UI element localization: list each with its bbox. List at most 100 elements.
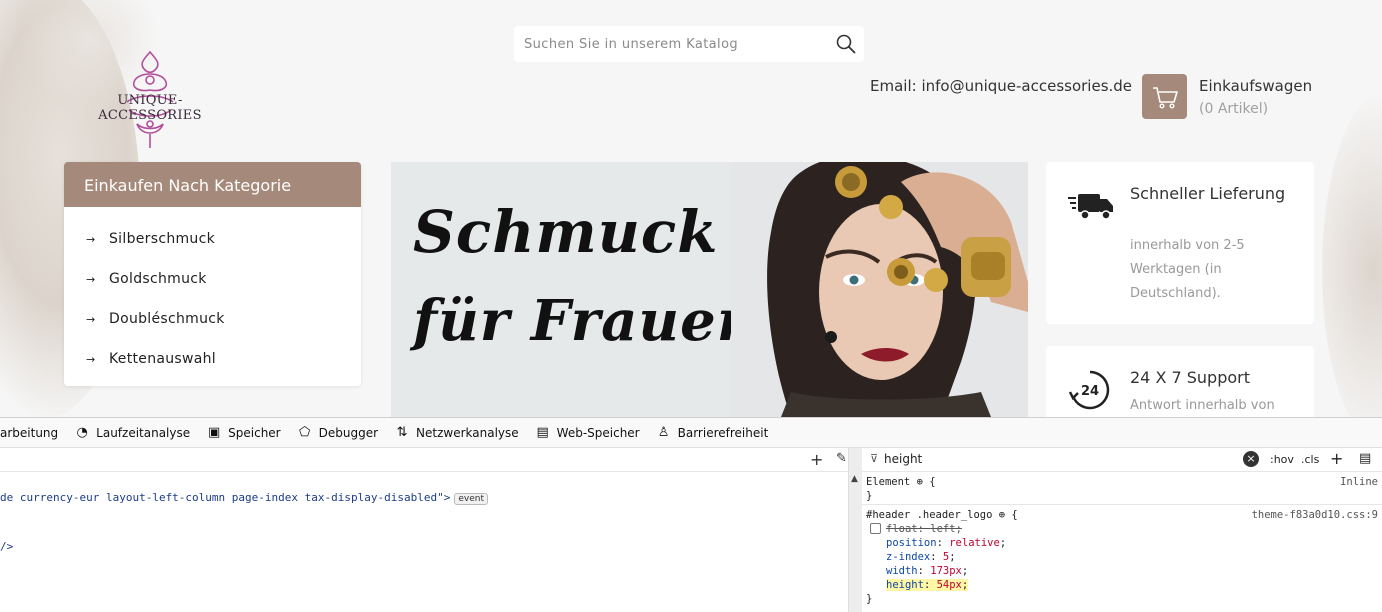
tab-label: Laufzeitanalyse bbox=[96, 425, 191, 440]
node-target-icon[interactable]: ⊕ bbox=[917, 476, 930, 488]
declaration-width[interactable]: width: 173px; bbox=[886, 565, 968, 577]
svg-text:24: 24 bbox=[1081, 384, 1099, 399]
contact-email[interactable]: Email: info@unique-accessories.de bbox=[870, 77, 1132, 95]
tab-debugger[interactable]: ⬠ Debugger bbox=[289, 425, 386, 440]
rule-close-brace: } bbox=[866, 593, 873, 605]
accessibility-icon: ♙ bbox=[657, 425, 670, 440]
cart-icon bbox=[1153, 87, 1178, 109]
gauge-icon: ◔ bbox=[76, 425, 88, 440]
arrow-right-icon: → bbox=[86, 352, 96, 366]
declaration-float[interactable]: float: left; bbox=[886, 523, 962, 535]
markup-view: + ✎ bbox=[0, 448, 848, 612]
print-stylesheet-icon[interactable]: ▤ bbox=[1359, 451, 1371, 466]
search-bar bbox=[514, 26, 864, 62]
declaration-checkbox[interactable] bbox=[870, 523, 881, 534]
tab-barrierefreiheit[interactable]: ♙ Barrierefreiheit bbox=[648, 425, 777, 440]
category-label: Silberschmuck bbox=[109, 231, 216, 247]
tab-label: Netzwerkanalyse bbox=[416, 425, 519, 440]
declaration-prop: position bbox=[886, 537, 937, 549]
rule-source-link[interactable]: theme-f83a0d10.css:9 bbox=[1252, 509, 1378, 521]
event-badge[interactable]: event bbox=[454, 493, 488, 505]
cart-title[interactable]: Einkaufswagen bbox=[1199, 77, 1312, 95]
clear-filter-icon[interactable]: × bbox=[1243, 451, 1259, 467]
category-item-doubleschmuck[interactable]: → Doubléschmuck bbox=[64, 299, 361, 339]
rule-close-brace: } bbox=[866, 490, 873, 502]
tab-label: Barrierefreiheit bbox=[677, 425, 769, 440]
category-item-kettenauswahl[interactable]: → Kettenauswahl bbox=[64, 339, 361, 379]
rules-panel: ⊽ height × :hov .cls + ▤ Element ⊕ { Inl… bbox=[862, 448, 1382, 612]
add-rule-icon[interactable]: + bbox=[1330, 449, 1343, 468]
markup-text: /> bbox=[0, 540, 14, 553]
search-input[interactable] bbox=[524, 26, 824, 62]
tab-label: arbeitung bbox=[0, 425, 59, 440]
eyedropper-icon[interactable]: ✎ bbox=[836, 451, 847, 466]
tab-web-speicher[interactable]: ▤ Web-Speicher bbox=[527, 425, 648, 440]
search-icon[interactable] bbox=[836, 34, 856, 54]
tab-label: Web-Speicher bbox=[556, 425, 640, 440]
markup-line-body[interactable]: de currency-eur layout-left-column page-… bbox=[0, 491, 488, 505]
tab-netzwerkanalyse[interactable]: ⇅ Netzwerkanalyse bbox=[386, 425, 527, 440]
website-viewport: UNIQUE-ACCESSORIES Email: info@unique-ac… bbox=[0, 0, 1382, 417]
site-logo[interactable]: UNIQUE-ACCESSORIES bbox=[70, 50, 230, 150]
delivery-truck-icon bbox=[1068, 194, 1113, 220]
feature-card-support: 24 24 X 7 Support Antwort innerhalb von bbox=[1046, 346, 1314, 417]
hover-state-toggle[interactable]: :hov bbox=[1270, 453, 1294, 466]
banner-headline-line2: für Frauen bbox=[413, 288, 759, 354]
declaration-value: 173px bbox=[930, 565, 962, 577]
devtools-panel: arbeitung ◔ Laufzeitanalyse ▣ Speicher ⬠… bbox=[0, 417, 1382, 612]
element-rule-header: Element ⊕ { bbox=[866, 476, 936, 488]
declaration-value: left bbox=[930, 523, 956, 535]
class-toggle[interactable]: .cls bbox=[1301, 453, 1319, 466]
declaration-position[interactable]: position: relative; bbox=[886, 537, 1006, 549]
storage-icon: ▤ bbox=[536, 425, 549, 440]
filter-styles-input[interactable]: height bbox=[884, 452, 922, 466]
feature-card-fast-delivery: Schneller Lieferung innerhalb von 2-5 We… bbox=[1046, 162, 1314, 324]
declaration-prop: float bbox=[886, 523, 918, 535]
scroll-up-icon[interactable]: ▲ bbox=[851, 474, 858, 484]
declaration-value: relative bbox=[949, 537, 1000, 549]
declaration-z-index[interactable]: z-index: 5; bbox=[886, 551, 956, 563]
cart-button[interactable] bbox=[1142, 74, 1187, 119]
markup-text: de currency-eur layout-left-column page-… bbox=[0, 491, 451, 504]
category-item-silberschmuck[interactable]: → Silberschmuck bbox=[64, 219, 361, 259]
markup-scrollbar[interactable]: ▲ bbox=[848, 448, 862, 612]
arrow-right-icon: → bbox=[86, 272, 96, 286]
tab-speicher[interactable]: ▣ Speicher bbox=[198, 425, 288, 440]
category-label: Doubléschmuck bbox=[109, 311, 225, 327]
element-rule-label: Element bbox=[866, 476, 911, 488]
filter-icon: ⊽ bbox=[870, 452, 879, 465]
declaration-height[interactable]: height: 54px; bbox=[886, 579, 969, 591]
tab-label: Speicher bbox=[228, 425, 281, 440]
category-label: Kettenauswahl bbox=[109, 351, 216, 367]
arrow-right-icon: → bbox=[86, 312, 96, 326]
feature-title: 24 X 7 Support bbox=[1130, 368, 1251, 387]
logo-text: UNIQUE-ACCESSORIES bbox=[98, 93, 202, 123]
debugger-icon: ⬠ bbox=[298, 425, 311, 440]
category-item-goldschmuck[interactable]: → Goldschmuck bbox=[64, 259, 361, 299]
add-node-icon[interactable]: + bbox=[810, 450, 823, 469]
category-menu-title: Einkaufen Nach Kategorie bbox=[64, 162, 361, 207]
tab-stilbearbeitung[interactable]: arbeitung bbox=[0, 426, 66, 440]
declaration-prop: width bbox=[886, 565, 918, 577]
network-arrows-icon: ⇅ bbox=[396, 425, 408, 440]
declaration-value: 5 bbox=[942, 551, 950, 563]
tab-label: Debugger bbox=[318, 425, 379, 440]
markup-line-close[interactable]: /> bbox=[0, 540, 13, 553]
filter-match-highlight: height: 54px; bbox=[886, 579, 969, 591]
support-24-icon: 24 bbox=[1068, 370, 1110, 410]
category-menu: Einkaufen Nach Kategorie → Silberschmuck… bbox=[64, 162, 361, 386]
rule-selector[interactable]: #header .header_logo bbox=[866, 509, 992, 521]
node-target-icon[interactable]: ⊕ bbox=[999, 509, 1012, 521]
feature-title: Schneller Lieferung bbox=[1130, 184, 1286, 203]
devtools-tab-bar: arbeitung ◔ Laufzeitanalyse ▣ Speicher ⬠… bbox=[0, 418, 1382, 448]
cart-count: (0 Artikel) bbox=[1199, 101, 1269, 117]
declaration-value: 54px bbox=[936, 579, 962, 591]
declaration-prop: z-index bbox=[886, 551, 931, 563]
category-list: → Silberschmuck → Goldschmuck → Doublésc… bbox=[64, 207, 361, 379]
rules-toolbar: ⊽ height × :hov .cls + ▤ bbox=[862, 448, 1382, 472]
declaration-prop: height bbox=[886, 579, 924, 591]
tab-laufzeitanalyse[interactable]: ◔ Laufzeitanalyse bbox=[66, 425, 198, 440]
hero-banner[interactable]: Schmuck für Frauen bbox=[391, 162, 1028, 417]
chip-icon: ▣ bbox=[207, 425, 221, 440]
feature-text: Antwort innerhalb von bbox=[1130, 398, 1275, 413]
